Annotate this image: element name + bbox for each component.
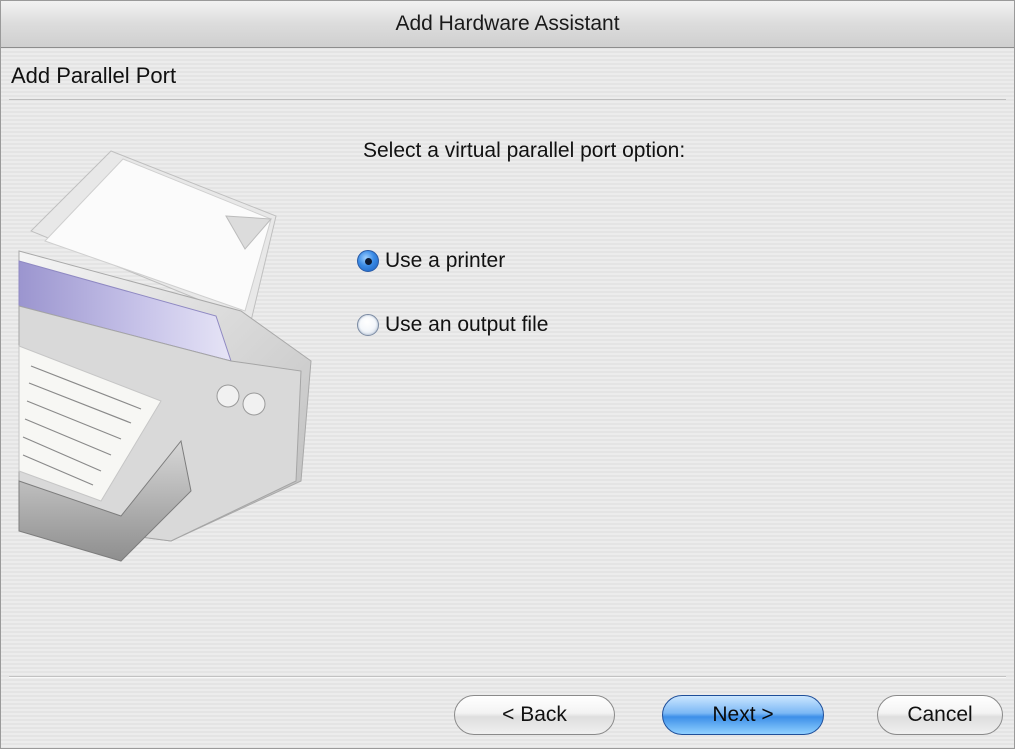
radio-unselected-icon[interactable] (357, 314, 379, 336)
window-title: Add Hardware Assistant (1, 1, 1014, 48)
printer-illustration-icon (1, 121, 331, 571)
cancel-button[interactable]: Cancel (877, 695, 1003, 735)
option-prompt: Select a virtual parallel port option: (363, 139, 686, 162)
footer-divider (9, 676, 1006, 678)
next-button[interactable]: Next > (662, 695, 824, 735)
radio-label-use-output-file[interactable]: Use an output file (385, 313, 548, 337)
radio-use-output-file[interactable]: Use an output file (357, 313, 548, 337)
dialog-window: Add Hardware Assistant Add Parallel Port (0, 0, 1015, 749)
back-button[interactable]: < Back (454, 695, 615, 735)
radio-use-printer[interactable]: Use a printer (357, 249, 505, 273)
page-header: Add Parallel Port (9, 59, 1006, 100)
page-title: Add Parallel Port (11, 63, 177, 88)
radio-label-use-printer[interactable]: Use a printer (385, 249, 505, 273)
radio-selected-icon[interactable] (357, 250, 379, 272)
